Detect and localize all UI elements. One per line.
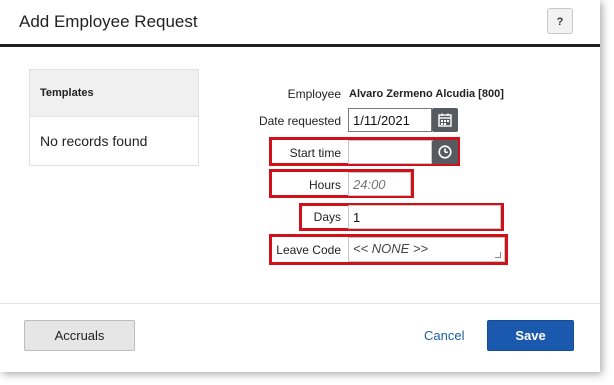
leave-code-field[interactable]: << NONE >>: [348, 237, 505, 262]
accruals-button[interactable]: Accruals: [24, 320, 135, 351]
save-button[interactable]: Save: [487, 320, 574, 351]
leave-code-value: << NONE >>: [353, 241, 429, 256]
templates-header: Templates: [30, 70, 198, 117]
start-time-input[interactable]: [348, 140, 432, 164]
templates-panel: Templates No records found: [29, 69, 199, 166]
calendar-button[interactable]: [432, 108, 458, 132]
leave-code-label: Leave Code: [276, 243, 341, 257]
date-requested-input[interactable]: [348, 108, 432, 132]
help-button[interactable]: ?: [547, 8, 573, 34]
hours-input[interactable]: [348, 172, 411, 196]
hours-label: Hours: [308, 178, 341, 192]
start-time-label: Start time: [289, 146, 341, 160]
clock-button[interactable]: [432, 140, 458, 164]
employee-value: Alvaro Zermeno Alcudia [800]: [349, 88, 504, 100]
dialog-header: Add Employee Request ?: [0, 0, 600, 47]
add-employee-request-dialog: Add Employee Request ? Templates No reco…: [0, 0, 600, 372]
clock-icon: [438, 145, 452, 159]
days-input[interactable]: [348, 205, 501, 229]
days-label: Days: [313, 210, 341, 224]
cancel-button[interactable]: Cancel: [424, 320, 464, 351]
resize-grip-icon[interactable]: [495, 252, 501, 258]
date-requested-label: Date requested: [258, 114, 341, 128]
calendar-icon: [438, 113, 452, 127]
footer-divider: [0, 303, 600, 304]
employee-label: Employee: [287, 87, 341, 101]
dialog-title: Add Employee Request: [19, 12, 198, 31]
templates-empty-text: No records found: [40, 133, 148, 149]
